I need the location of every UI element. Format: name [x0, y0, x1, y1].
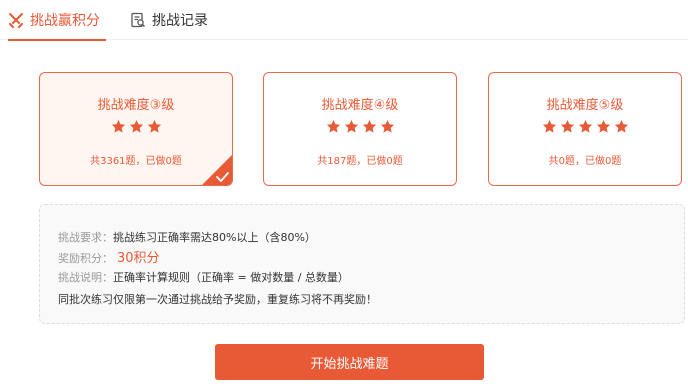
- star-rating: [40, 119, 232, 134]
- star-icon: [578, 119, 592, 133]
- note-text: 正确率计算规则（正确率 = 做对数量 / 总数量）: [113, 271, 349, 284]
- star-icon: [344, 119, 358, 133]
- reward-row: 奖励积分： 30积分: [58, 247, 160, 266]
- star-icon: [560, 119, 574, 133]
- note-row: 挑战说明：正确率计算规则（正确率 = 做对数量 / 总数量）: [58, 269, 349, 285]
- tab-challenge-points[interactable]: 挑战赢积分: [8, 0, 106, 41]
- difficulty-card-level-3[interactable]: 挑战难度③级 共3361题，已做0题: [39, 72, 233, 186]
- challenge-info-panel: 挑战要求：挑战练习正确率需达80%以上（含80%） 奖励积分： 30积分 挑战说明…: [39, 204, 685, 324]
- requirement-text: 挑战练习正确率需达80%以上（含80%）: [113, 231, 316, 244]
- tab-label: 挑战记录: [152, 13, 208, 29]
- reward-points: 30积分: [117, 251, 160, 266]
- swords-icon: [8, 12, 24, 28]
- card-count: 共187题，已做0题: [317, 156, 403, 167]
- note-extra: 同批次练习仅限第一次通过挑战给予奖励，重复练习将不再奖励！: [58, 293, 377, 306]
- star-icon: [542, 119, 556, 133]
- difficulty-card-level-4[interactable]: 挑战难度④级 共187题，已做0题: [263, 72, 457, 186]
- requirement-row: 挑战要求：挑战练习正确率需达80%以上（含80%）: [58, 229, 316, 245]
- card-title: 挑战难度③级: [97, 98, 175, 113]
- note-label: 挑战说明：: [58, 271, 113, 284]
- star-icon: [596, 119, 610, 133]
- star-icon: [380, 119, 394, 133]
- tab-challenge-records[interactable]: 挑战记录: [130, 0, 208, 40]
- requirement-label: 挑战要求：: [58, 231, 113, 244]
- star-icon: [147, 119, 161, 133]
- card-title: 挑战难度⑤级: [546, 98, 624, 113]
- card-title: 挑战难度④级: [321, 98, 399, 113]
- tab-label: 挑战赢积分: [30, 13, 100, 29]
- check-icon: [202, 155, 232, 185]
- tab-bar: 挑战赢积分 挑战记录: [0, 0, 688, 41]
- star-rating: [264, 119, 456, 134]
- difficulty-card-level-5[interactable]: 挑战难度⑤级 共0题，已做0题: [488, 72, 682, 186]
- star-rating: [489, 119, 681, 134]
- star-icon: [326, 119, 340, 133]
- record-search-icon: [130, 12, 146, 28]
- start-challenge-button[interactable]: 开始挑战难题: [215, 344, 484, 380]
- star-icon: [362, 119, 376, 133]
- reward-label: 奖励积分：: [58, 252, 113, 265]
- card-count: 共0题，已做0题: [548, 156, 622, 167]
- star-icon: [614, 119, 628, 133]
- star-icon: [129, 119, 143, 133]
- star-icon: [111, 119, 125, 133]
